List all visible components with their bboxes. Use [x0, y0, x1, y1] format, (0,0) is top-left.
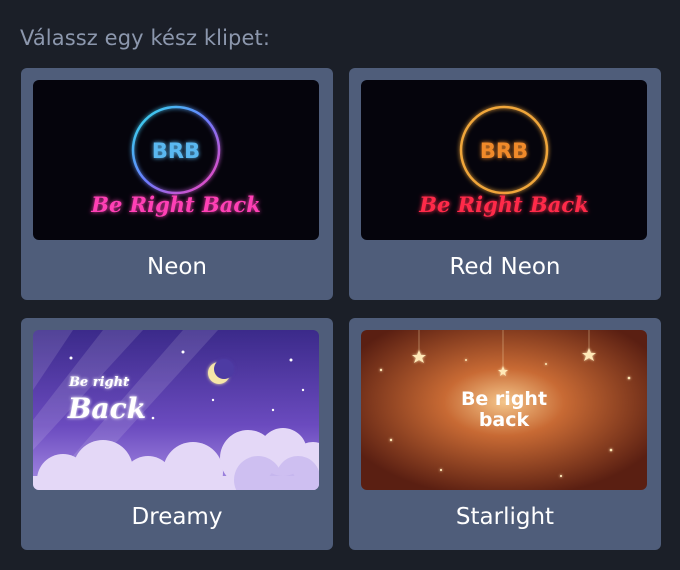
- caption-text: Be Right Back: [418, 192, 589, 217]
- clip-thumbnail-starlight: Be right back: [361, 330, 647, 490]
- caption-line1: Be right: [68, 375, 129, 390]
- clip-picker: Válassz egy kész klipet: BRB Be Right Ba…: [0, 0, 680, 570]
- clip-thumbnail-dreamy: Be right Back: [33, 330, 319, 490]
- clip-thumbnail-neon: BRB Be Right Back: [33, 80, 319, 240]
- clip-label: Dreamy: [131, 504, 223, 530]
- caption-line2: Back: [67, 392, 146, 425]
- clip-card-neon[interactable]: BRB Be Right Back Neon: [21, 68, 333, 300]
- clip-label: Neon: [146, 254, 207, 280]
- clip-card-starlight[interactable]: Be right back Starlight: [349, 318, 661, 550]
- caption-text: Be Right Back: [90, 192, 261, 217]
- clip-label: Starlight: [455, 504, 555, 530]
- clip-card-dreamy[interactable]: Be right Back Dreamy: [21, 318, 333, 550]
- brb-badge-text: BRB: [480, 139, 528, 163]
- clip-thumbnail-red-neon: BRB Be Right Back: [361, 80, 647, 240]
- clip-label: Red Neon: [449, 254, 561, 280]
- clip-card-red-neon[interactable]: BRB Be Right Back Red Neon: [349, 68, 661, 300]
- picker-heading: Válassz egy kész klipet:: [20, 26, 271, 50]
- caption-line1: Be right: [461, 388, 547, 410]
- brb-badge-text: BRB: [152, 139, 200, 163]
- caption-line2: back: [479, 409, 530, 431]
